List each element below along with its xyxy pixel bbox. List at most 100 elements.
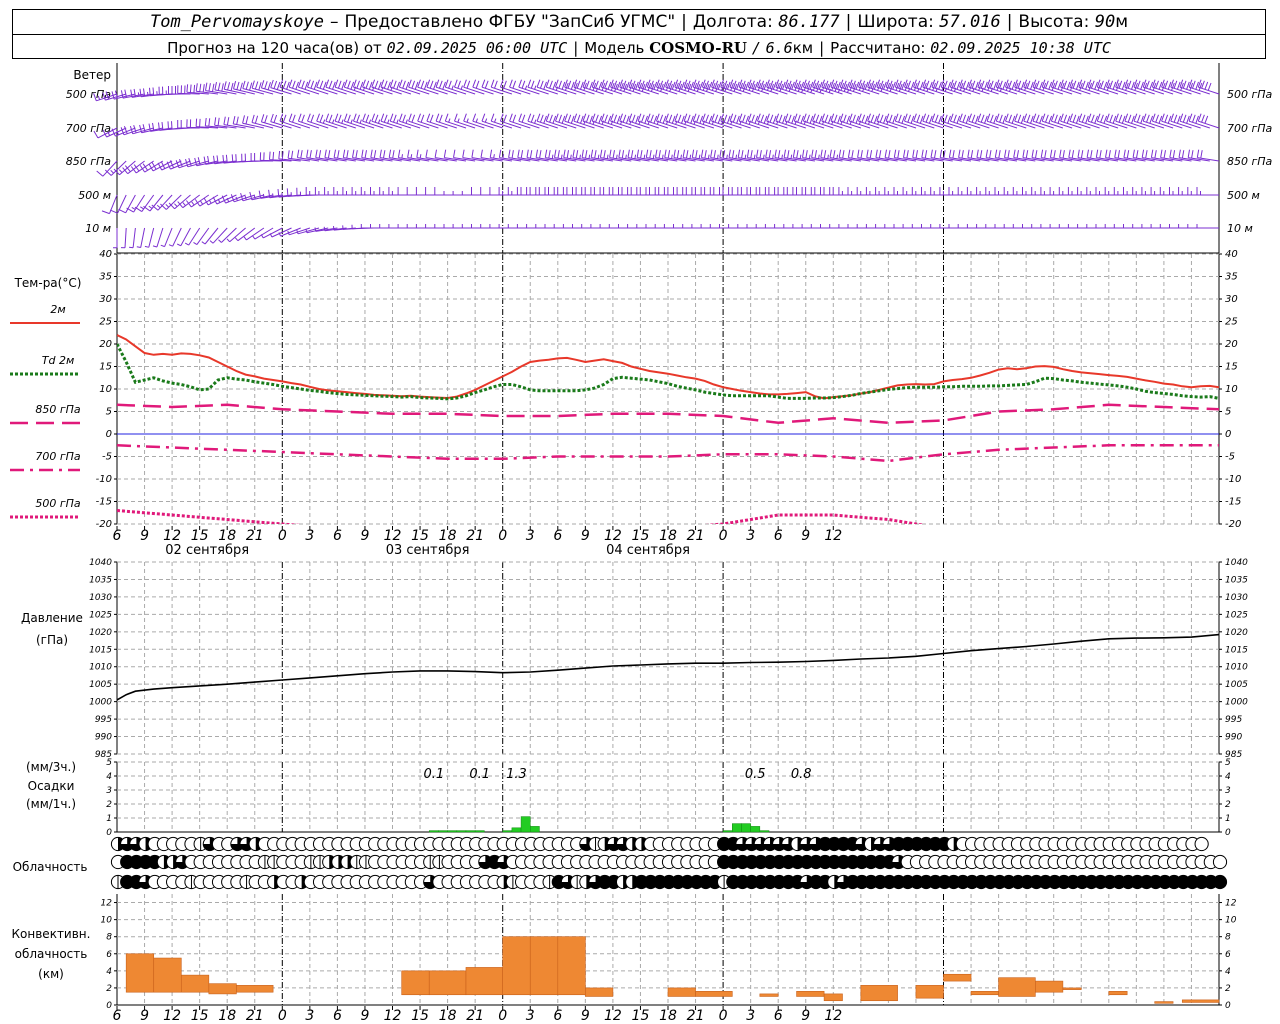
wind-barb	[362, 113, 384, 129]
temp-tick-label-right: 30	[1225, 294, 1238, 305]
conv-hour-label: 6	[113, 1008, 122, 1024]
wind-barb	[288, 113, 311, 129]
wind-barb	[1069, 79, 1091, 95]
wind-barb	[766, 113, 788, 129]
wind-barb	[481, 79, 503, 95]
precip-bar	[511, 827, 522, 833]
conv-tick-label-left: 0	[106, 1001, 112, 1011]
wind-barb	[683, 113, 705, 129]
conv-tick-label-right: 0	[1225, 1001, 1231, 1011]
wind-barb	[518, 79, 540, 95]
wind-barb	[1069, 113, 1091, 129]
wind-barb	[1115, 79, 1137, 95]
precip-bar	[456, 830, 467, 833]
wind-barb	[536, 79, 558, 95]
wind-barb	[1060, 79, 1082, 95]
wind-barb	[1151, 79, 1174, 95]
precip-3h-label: 1.3	[506, 767, 527, 782]
precip-bar	[474, 830, 485, 833]
wind-barb	[977, 79, 999, 95]
wind-level-label-right: 850 гПа	[1227, 155, 1273, 168]
prec-label-3h: (мм/3ч.)	[26, 760, 76, 774]
wind-barb	[821, 113, 843, 129]
convective-bar	[428, 970, 467, 996]
wind-barb	[1196, 187, 1219, 196]
wind-barb	[775, 113, 797, 129]
convective-bar	[860, 985, 898, 1002]
pres-tick-label-left: 995	[95, 715, 112, 725]
wind-barb	[371, 79, 393, 95]
wind-barb	[738, 113, 760, 129]
temp-hour-label: 3	[305, 528, 314, 544]
wind-barb	[701, 79, 724, 95]
pres-tick-label-right: 1025	[1225, 610, 1248, 620]
wind-barb	[454, 113, 476, 129]
wind-barb	[582, 113, 604, 129]
wind-barb	[913, 79, 935, 95]
wind-barb	[692, 79, 715, 95]
prec-tick-label-right: 1	[1225, 814, 1231, 824]
wind-barb	[683, 79, 705, 95]
wind-barb	[1188, 113, 1210, 129]
wind-barb	[977, 113, 999, 129]
temp-tick-label-left: 25	[99, 317, 112, 328]
conv-hour-label: 12	[604, 1008, 622, 1024]
wind-barb	[1087, 113, 1109, 129]
temp-hour-label: 0	[278, 528, 287, 544]
prec-tick-label-left: 1	[106, 814, 112, 824]
temp-tick-label-right: 20	[1225, 339, 1238, 350]
temperature-panel: -20 -20 -15 -15 -10 -10 -5 -5 0 0 5 5 10 10 15 15 20 20 25…	[10, 249, 1241, 558]
conv-hour-label: 18	[659, 1008, 677, 1024]
wind-barb	[389, 113, 412, 129]
wind-barb	[1106, 113, 1128, 129]
conv-hour-label: 0	[498, 1008, 507, 1024]
pres-tick-label-left: 1040	[89, 558, 112, 568]
wind-barb	[1161, 113, 1183, 129]
conv-tick-label-right: 6	[1225, 950, 1231, 960]
temp-tick-label-left: 35	[99, 272, 112, 283]
wind-barb	[144, 227, 155, 248]
pres-tick-label-left: 990	[95, 733, 112, 743]
temp-hour-label: 21	[246, 528, 264, 544]
wind-barb	[812, 113, 834, 129]
temp-tick-label-left: 10	[99, 384, 112, 395]
temp-hour-label: 21	[687, 528, 705, 544]
conv-hour-label: 18	[439, 1008, 457, 1024]
temp-hour-label: 18	[439, 528, 457, 544]
temp-hour-label: 6	[113, 528, 122, 544]
wind-barb	[518, 113, 540, 129]
wind-barb	[784, 79, 806, 95]
wind-barb	[720, 79, 742, 95]
wind-barb	[564, 79, 586, 95]
wind-barb	[1087, 79, 1109, 95]
wind-barb	[830, 113, 852, 129]
conv-hour-label: 6	[553, 1008, 562, 1024]
conv-tick-label-right: 12	[1225, 899, 1237, 909]
temp-tick-label-right: -15	[1225, 497, 1241, 508]
temp-tick-label-right: 25	[1225, 317, 1238, 328]
wind-barb	[747, 79, 770, 95]
wind-barb	[986, 113, 1008, 129]
pres-tick-label-right: 1035	[1225, 575, 1248, 585]
prec-label-1h: (мм/1ч.)	[26, 797, 76, 811]
wind-barb	[343, 79, 366, 95]
wind-barb	[408, 113, 430, 129]
wind-barb	[1078, 113, 1100, 129]
wind-barb	[426, 113, 448, 129]
wind-barb	[1187, 187, 1210, 196]
wind-barb	[444, 113, 467, 129]
pres-tick-label-right: 1015	[1225, 645, 1248, 655]
wind-barb	[1142, 113, 1165, 129]
precipitation-panel: 0 0 1 1 2 2 3 3 4 4 5 5 0.1 0.1 1.3 0.5 0.8 (мм/3ч.) Осадк…	[26, 758, 1231, 838]
wind-barb	[126, 194, 146, 213]
conv-hour-label: 15	[191, 1008, 209, 1024]
temp-legend-label: 700 гПа	[35, 450, 81, 463]
wind-barb	[435, 113, 457, 129]
wind-barb	[499, 79, 522, 95]
wind-barb	[1041, 79, 1064, 95]
temp-hour-label: 9	[801, 528, 810, 544]
temp-hour-label: 6	[774, 528, 783, 544]
wind-barb	[674, 113, 696, 129]
conv-hour-label: 0	[719, 1008, 728, 1024]
wind-barb	[316, 79, 338, 95]
